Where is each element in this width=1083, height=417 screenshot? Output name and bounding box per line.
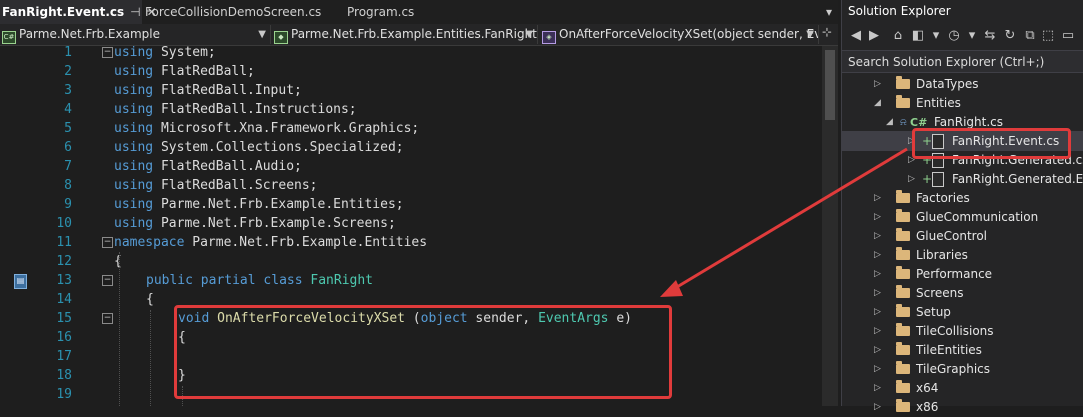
annotation-arrow bbox=[660, 147, 908, 297]
